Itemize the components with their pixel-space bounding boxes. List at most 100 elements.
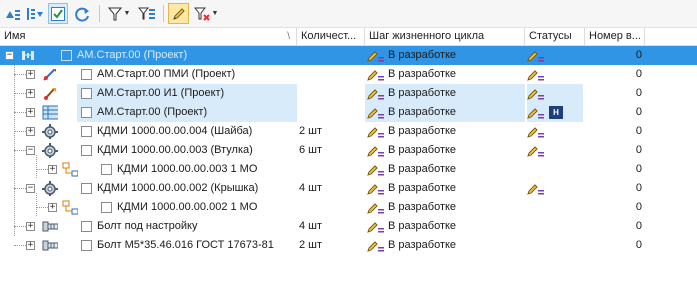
refresh-button[interactable]	[72, 3, 92, 24]
row-stage-label: В разработке	[388, 125, 457, 137]
route-process-icon	[62, 200, 78, 215]
row-number: 0	[635, 125, 642, 137]
row-status	[527, 181, 545, 196]
expand-toggle[interactable]: +	[48, 165, 57, 174]
table-row[interactable]: + КДМИ 1000.00.00.002 1 МО В разработке …	[0, 198, 697, 217]
check-all-button[interactable]	[48, 3, 68, 24]
sort-tree-button[interactable]	[3, 3, 23, 24]
row-quantity: 2 шт	[299, 125, 323, 137]
lifecycle-pencil-icon	[367, 145, 384, 157]
part-gear-icon	[42, 181, 58, 196]
row-stage-label: В разработке	[388, 220, 457, 232]
lifecycle-pencil-icon	[367, 164, 384, 176]
row-stage: В разработке	[367, 65, 456, 84]
collapse-levels-icon	[27, 7, 43, 20]
row-checkbox[interactable]	[101, 164, 112, 175]
lifecycle-pencil-icon	[367, 69, 384, 81]
table-row[interactable]: + АМ.Старт.00 И1 (Проект) В разработке 0	[0, 84, 697, 103]
bolt-icon	[42, 221, 58, 232]
table-row[interactable]: + КДМИ 1000.00.00.004 (Шайба) 2 шт В раз…	[0, 122, 697, 141]
row-quantity: 4 шт	[299, 182, 323, 194]
row-status	[527, 48, 545, 63]
table-row[interactable]: + Болт М5*35.46.016 ГОСТ 17673-81 2 шт В…	[0, 236, 697, 255]
tree-line	[14, 74, 26, 75]
row-checkbox[interactable]	[81, 221, 92, 232]
lifecycle-pencil-icon	[367, 50, 384, 62]
test-program-icon	[43, 69, 56, 81]
row-checkbox[interactable]	[81, 145, 92, 156]
column-name[interactable]: Имя \	[0, 28, 297, 46]
assembly-root-icon	[22, 51, 34, 60]
column-number-label: Номер в...	[589, 30, 641, 42]
lifecycle-pencil-icon	[367, 88, 384, 100]
table-row[interactable]: + КДМИ 1000.00.00.003 1 МО В разработке …	[0, 160, 697, 179]
row-stage-label: В разработке	[388, 144, 457, 156]
row-number: 0	[635, 144, 642, 156]
tree-line	[14, 112, 26, 113]
row-checkbox[interactable]	[81, 183, 92, 194]
table-row[interactable]: + АМ.Старт.00 ПМИ (Проект) В разработке …	[0, 65, 697, 84]
column-statuses[interactable]: Статусы	[525, 28, 585, 46]
expand-toggle[interactable]: +	[26, 108, 35, 117]
table-row[interactable]: − КДМИ 1000.00.00.002 (Крышка) 4 шт В ра…	[0, 179, 697, 198]
row-number: 0	[635, 201, 642, 213]
status-pencil-icon	[527, 50, 544, 62]
expand-toggle[interactable]: +	[26, 222, 35, 231]
tree-line	[14, 188, 26, 189]
row-checkbox[interactable]	[81, 240, 92, 251]
tree-line	[14, 93, 26, 94]
collapse-toggle[interactable]: −	[26, 184, 35, 193]
chevron-down-icon: ▼	[211, 10, 219, 17]
column-status-label: Статусы	[529, 30, 572, 42]
row-checkbox[interactable]	[81, 107, 92, 118]
tree-line	[14, 245, 26, 246]
tree-line	[14, 226, 26, 227]
table-row[interactable]: + Болт под настройку 4 шт В разработке 0	[0, 217, 697, 236]
row-checkbox[interactable]	[81, 126, 92, 137]
row-status	[527, 86, 545, 101]
collapse-levels-button[interactable]	[25, 3, 45, 24]
table-row[interactable]: − АМ.Старт.00 (Проект) В разработке 0	[0, 46, 697, 65]
tree-line	[14, 131, 26, 132]
filter-tree-button[interactable]	[137, 3, 157, 24]
refresh-icon	[75, 7, 89, 22]
table-row[interactable]: − КДМИ 1000.00.00.003 (Втулка) 6 шт В ра…	[0, 141, 697, 160]
column-lifecycle-stage[interactable]: Шаг жизненного цикла	[365, 28, 525, 46]
table-row[interactable]: + АМ.Старт.00 (Проект) В разработке Н 0	[0, 103, 697, 122]
clear-filter-icon	[193, 7, 210, 21]
filter-button[interactable]: ▼	[105, 3, 133, 24]
sort-tree-icon	[6, 9, 20, 20]
row-checkbox[interactable]	[61, 50, 72, 61]
row-stage-label: В разработке	[388, 163, 457, 175]
row-number: 0	[635, 220, 642, 232]
tree-list: − АМ.Старт.00 (Проект) В разработке 0 + …	[0, 46, 697, 255]
chevron-down-icon: ▼	[123, 10, 131, 17]
column-number[interactable]: Номер в...	[585, 28, 645, 46]
expand-toggle[interactable]: +	[26, 89, 35, 98]
edit-mode-button[interactable]	[168, 3, 189, 24]
row-stage-label: В разработке	[388, 239, 457, 251]
expand-toggle[interactable]: +	[48, 203, 57, 212]
expand-toggle[interactable]: +	[26, 127, 35, 136]
row-stage: В разработке	[367, 84, 456, 103]
row-stage: В разработке	[367, 160, 456, 179]
tree-line	[14, 150, 26, 151]
edit-pencil-icon	[172, 7, 185, 20]
row-checkbox[interactable]	[81, 88, 92, 99]
row-quantity: 4 шт	[299, 220, 323, 232]
row-stage: В разработке	[367, 122, 456, 141]
status-badge: Н	[549, 106, 563, 119]
collapse-toggle[interactable]: −	[26, 146, 35, 155]
column-stage-label: Шаг жизненного цикла	[369, 30, 485, 42]
lifecycle-pencil-icon	[367, 126, 384, 138]
toolbar-separator	[163, 5, 164, 22]
expand-toggle[interactable]: +	[26, 70, 35, 79]
collapse-toggle[interactable]: −	[5, 51, 14, 60]
expand-toggle[interactable]: +	[26, 241, 35, 250]
row-checkbox[interactable]	[101, 202, 112, 213]
row-checkbox[interactable]	[81, 69, 92, 80]
clear-filter-button[interactable]: ▼	[192, 3, 220, 24]
column-quantity[interactable]: Количест...	[297, 28, 365, 46]
check-all-icon	[51, 6, 65, 21]
row-stage: В разработке	[367, 179, 456, 198]
